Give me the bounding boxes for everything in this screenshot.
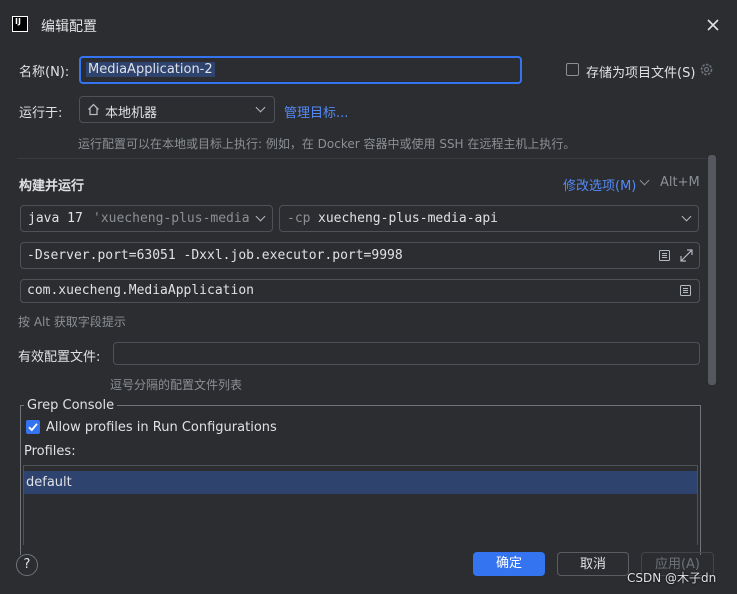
window-title: 编辑配置	[41, 19, 97, 35]
section-header-build-run: 构建并运行	[19, 179, 85, 194]
jdk-value: java 17	[28, 211, 83, 226]
divider	[17, 158, 707, 159]
gear-icon[interactable]	[699, 62, 714, 77]
help-icon[interactable]: ?	[16, 554, 38, 576]
active-profiles-hint: 逗号分隔的配置文件列表	[110, 378, 243, 392]
chevron-down-icon	[255, 102, 266, 113]
app-logo-icon: IJ	[12, 16, 28, 32]
vm-options-value: -Dserver.port=63051 -Dxxl.job.executor.p…	[27, 248, 403, 263]
document-icon[interactable]	[658, 249, 671, 262]
app-logo-text: IJ	[15, 17, 21, 26]
classpath-module-select[interactable]: -cp xuecheng-plus-media-api	[279, 205, 699, 232]
modify-options-link[interactable]: 修改选项(M)	[563, 175, 636, 194]
store-as-project-label: 存储为项目文件(S)	[586, 66, 696, 81]
run-on-label: 运行于:	[19, 106, 63, 121]
alt-hint: 按 Alt 获取字段提示	[18, 315, 126, 329]
store-as-project-checkbox[interactable]	[566, 63, 579, 76]
list-item[interactable]: default	[24, 471, 697, 494]
watermark: CSDN @木子dn	[627, 571, 717, 585]
allow-profiles-label: Allow profiles in Run Configurations	[46, 420, 277, 435]
ok-button[interactable]: 确定	[473, 552, 545, 576]
modify-options-shortcut: Alt+M	[660, 175, 700, 190]
profiles-list[interactable]: default	[23, 465, 698, 545]
jdk-select[interactable]: java 17 'xuecheng-plus-media	[20, 205, 273, 232]
main-class-value: com.xuecheng.MediaApplication	[27, 283, 254, 298]
grep-console-title: Grep Console	[24, 398, 118, 413]
vertical-scrollbar[interactable]	[708, 155, 716, 385]
run-on-hint: 运行配置可以在本地或目标上执行: 例如，在 Docker 容器中或使用 SSH …	[78, 137, 576, 151]
profiles-label: Profiles:	[24, 444, 76, 459]
name-label: 名称(N):	[19, 65, 70, 80]
active-profiles-label: 有效配置文件:	[18, 350, 101, 365]
chevron-down-icon	[681, 211, 692, 222]
active-profiles-input[interactable]	[113, 342, 700, 365]
expand-icon[interactable]	[679, 248, 694, 263]
document-icon[interactable]	[679, 284, 692, 297]
jdk-project-hint: 'xuecheng-plus-media	[93, 211, 249, 226]
chevron-down-icon	[639, 175, 650, 186]
checkmark-icon	[28, 423, 38, 432]
allow-profiles-checkbox[interactable]	[26, 420, 40, 434]
chevron-down-icon	[255, 211, 266, 222]
name-input-value: MediaApplication-2	[86, 62, 215, 77]
name-input[interactable]: MediaApplication-2	[79, 56, 522, 84]
list-item-label: default	[26, 475, 72, 490]
classpath-prefix: -cp	[287, 211, 311, 226]
cancel-button[interactable]: 取消	[557, 552, 629, 576]
manage-targets-link[interactable]: 管理目标...	[284, 102, 348, 121]
run-target-value: 本地机器	[105, 106, 158, 121]
vm-options-input[interactable]: -Dserver.port=63051 -Dxxl.job.executor.p…	[20, 242, 700, 269]
main-class-input[interactable]: com.xuecheng.MediaApplication	[20, 279, 700, 303]
run-target-select[interactable]: 本地机器	[79, 96, 275, 123]
home-icon	[87, 103, 100, 116]
classpath-module-value: xuecheng-plus-media-api	[318, 211, 499, 226]
close-icon[interactable]	[703, 15, 723, 35]
